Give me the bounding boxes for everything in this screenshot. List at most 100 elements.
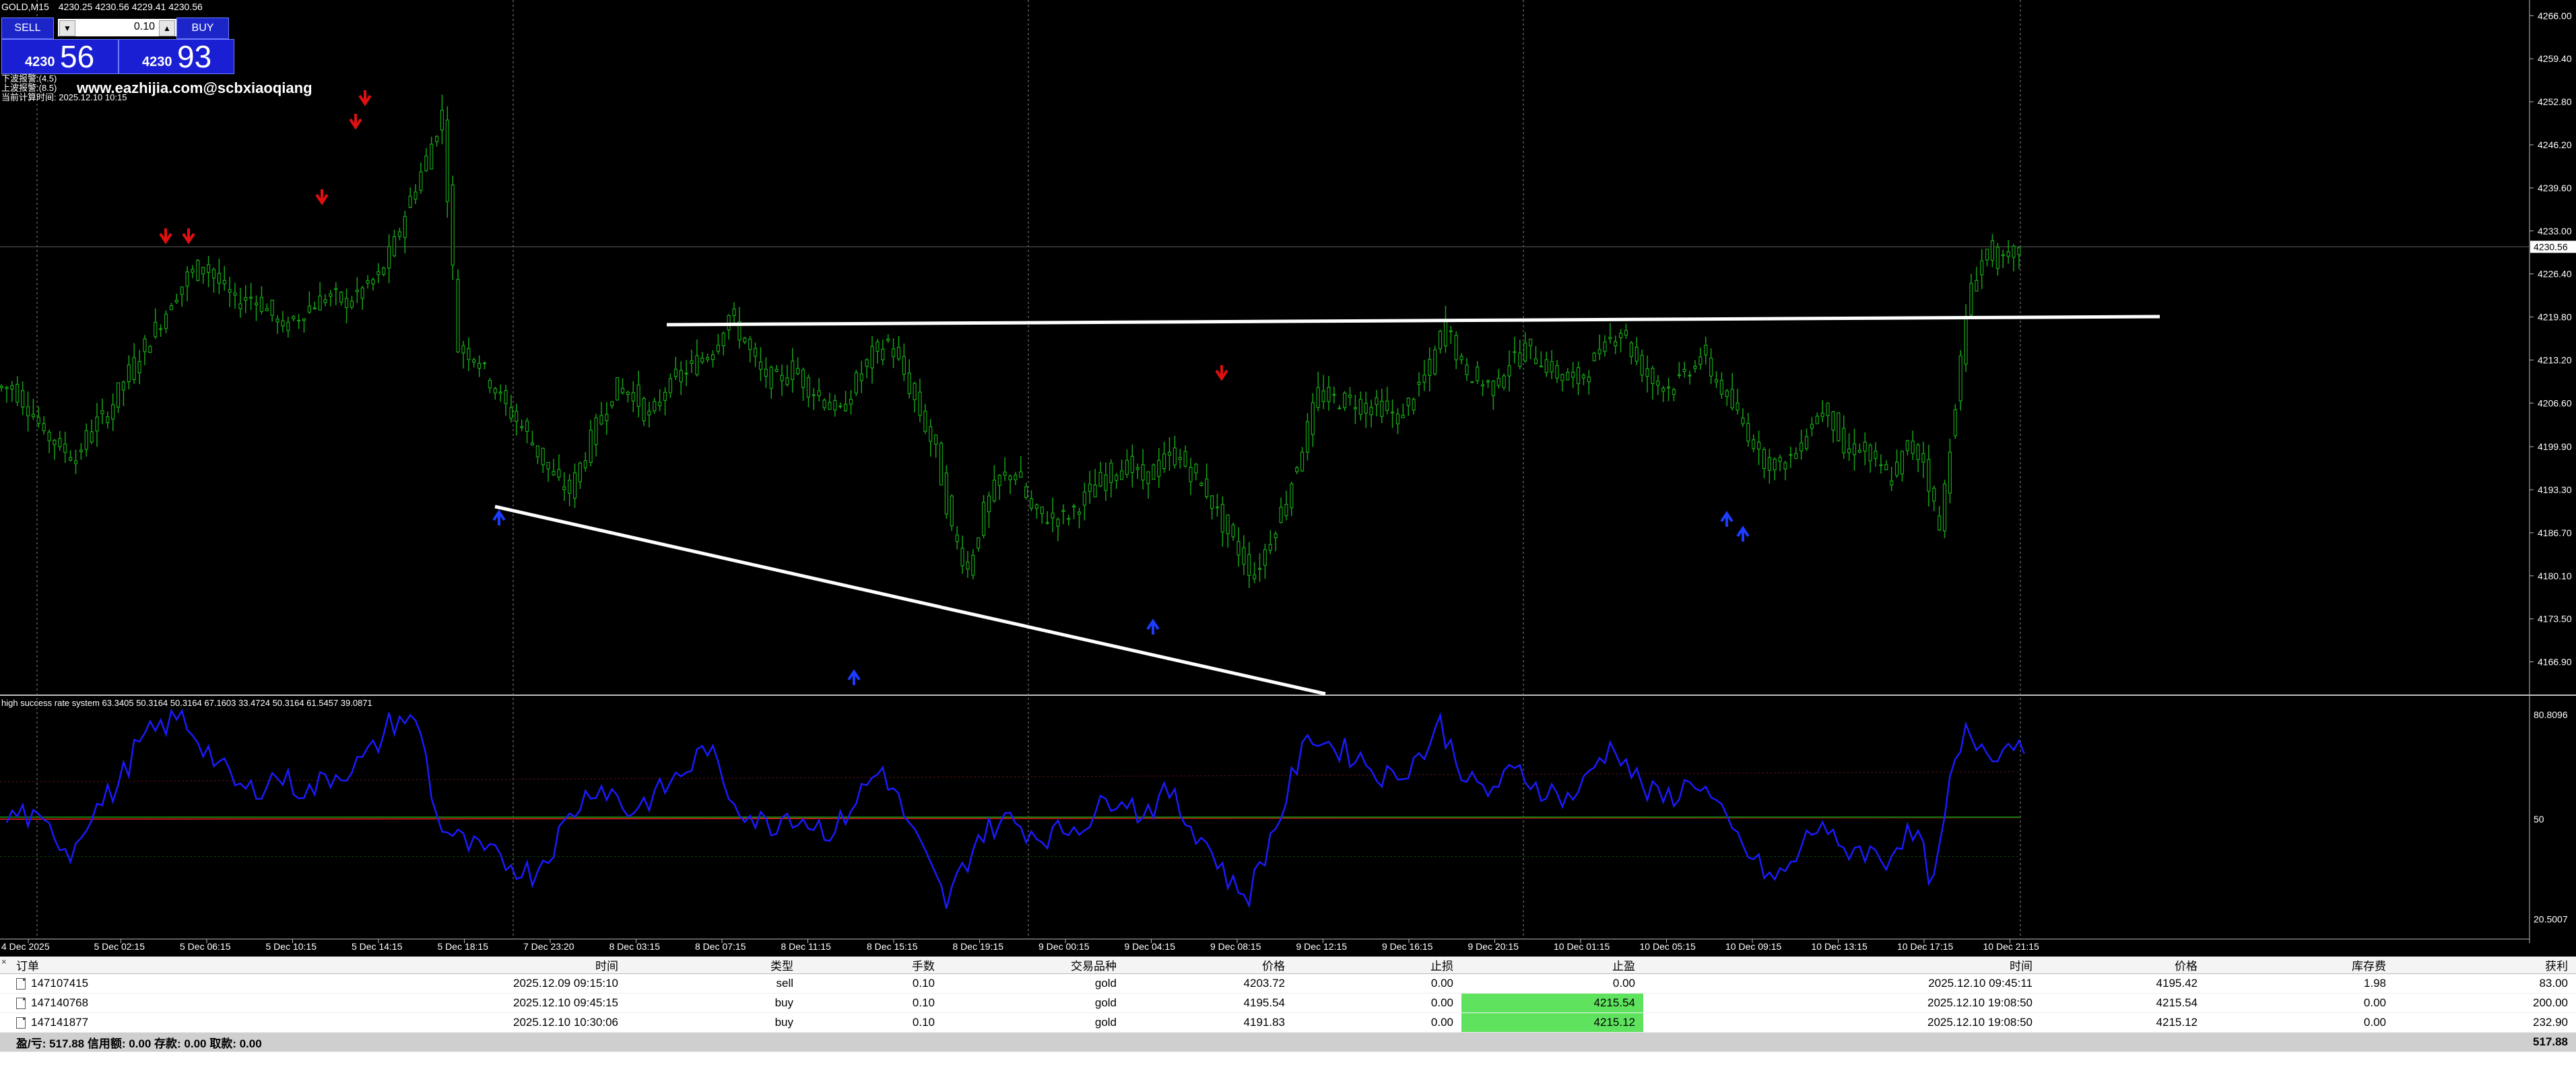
candle-body (1523, 342, 1527, 362)
candle-body (907, 373, 911, 394)
candle-body (196, 259, 200, 281)
column-header[interactable]: 止盈 (1461, 957, 1643, 974)
candle-body (1502, 375, 1506, 388)
candle-body (1412, 399, 1416, 411)
lot-decrease-icon[interactable]: ▼ (59, 20, 75, 36)
lot-size-input[interactable]: ▼ 0.10 ▲ (58, 19, 176, 36)
candle-body (1592, 352, 1596, 362)
candle-body (1189, 466, 1193, 482)
candle-body (1603, 342, 1607, 352)
column-header[interactable]: 交易品种 (943, 957, 1125, 974)
candle-body (1226, 514, 1230, 534)
candle-body (774, 368, 779, 372)
time-tick-label: 10 Dec 09:15 (1725, 941, 1781, 952)
candle-body (366, 280, 370, 284)
candle-body (578, 462, 583, 482)
candle-body (1539, 365, 1543, 368)
candle-body (515, 410, 519, 422)
column-header[interactable]: 价格 (1125, 957, 1293, 974)
candle-body (15, 383, 20, 403)
candle-body (355, 289, 359, 292)
table-row[interactable]: 147140768 2025.12.10 09:45:15 buy 0.10 gold 4… (0, 993, 2576, 1013)
candle-body (1773, 458, 1777, 471)
price-tick-label: 4266.00 (2538, 10, 2572, 21)
candle-body (482, 362, 487, 364)
candle-body (594, 417, 598, 445)
buy-button[interactable]: BUY (176, 18, 229, 39)
column-header[interactable]: 获利 (2394, 957, 2576, 974)
column-header[interactable]: 时间 (1643, 957, 2041, 974)
price-chart[interactable]: 4266.00 4259.40 4252.80 4246.20 4239.60 4233.… (0, 0, 2576, 957)
candle-body (1964, 317, 1968, 365)
table-row[interactable]: 147107415 2025.12.09 09:15:10 sell 0.10 gold… (0, 973, 2576, 994)
column-header[interactable]: 手数 (801, 957, 943, 974)
candle-body (721, 332, 725, 346)
candle-body (753, 348, 758, 357)
candle-body (1741, 417, 1745, 424)
table-cell: 2025.12.10 09:45:11 (1643, 973, 2041, 994)
column-header[interactable]: 类型 (626, 957, 801, 974)
candle-body (589, 430, 593, 463)
candle-body (583, 460, 587, 469)
candle-body (636, 385, 640, 407)
candle-body (1894, 461, 1899, 476)
candle-body (992, 480, 996, 502)
column-header[interactable]: 止损 (1293, 957, 1461, 974)
candle-body (1231, 524, 1235, 538)
candle-body (1268, 544, 1272, 551)
candle-body (1980, 260, 1984, 276)
candle-body (716, 344, 721, 352)
table-cell: 0.00 (1293, 973, 1461, 994)
candle-body (1104, 474, 1108, 491)
candle-body (121, 381, 126, 391)
candle-body (1391, 412, 1395, 414)
candle-body (541, 447, 545, 465)
candle-body (1152, 464, 1156, 480)
lot-increase-icon[interactable]: ▲ (159, 20, 175, 36)
lot-value[interactable]: 0.10 (134, 21, 155, 33)
candle-body (408, 195, 412, 208)
candle-body (1093, 484, 1097, 498)
candle-body (1842, 428, 1846, 454)
candle-body (1443, 319, 1448, 347)
candle-body (971, 554, 975, 576)
candle-body (525, 420, 529, 432)
column-header[interactable]: 订单 (0, 957, 242, 974)
candle-body (1401, 414, 1405, 418)
time-tick-label: 10 Dec 17:15 (1897, 941, 1953, 952)
candle-body (0, 385, 3, 388)
sell-button[interactable]: SELL (1, 18, 54, 39)
buy-price-button[interactable]: 4230 93 (119, 39, 234, 74)
sell-price-button[interactable]: 4230 56 (1, 39, 119, 74)
time-tick-label: 9 Dec 16:15 (1382, 941, 1433, 952)
order-cell: 147141877 (0, 1012, 242, 1033)
time-tick-label: 8 Dec 07:15 (695, 941, 746, 952)
candle-body (530, 442, 535, 445)
time-tick-label: 7 Dec 23:20 (523, 941, 574, 952)
time-tick-label: 5 Dec 06:15 (180, 941, 231, 952)
table-cell: 2025.12.10 19:08:50 (1643, 993, 2041, 1013)
candle-body (1295, 467, 1299, 472)
chart-header: GOLD,M15 4230.25 4230.56 4229.41 4230.56 (1, 1, 209, 12)
column-header[interactable]: 库存费 (2206, 957, 2394, 974)
candle-body (1428, 358, 1432, 376)
candle-body (1890, 480, 1894, 486)
indicator-tick-label: 80.8096 (2534, 709, 2568, 720)
indicator-tick-label: 50 (2534, 814, 2544, 825)
candle-body (1693, 366, 1697, 369)
candle-body (552, 471, 556, 476)
candle-body (844, 404, 848, 412)
table-cell: sell (626, 973, 801, 994)
column-header[interactable]: 时间 (242, 957, 626, 974)
close-icon[interactable]: × (1, 957, 7, 967)
candle-body (1852, 443, 1857, 455)
candle-body (1014, 474, 1018, 480)
candle-body (631, 392, 635, 401)
candle-body (1380, 400, 1384, 417)
candle-body (1364, 403, 1368, 414)
candle-body (339, 292, 343, 303)
table-row[interactable]: 147141877 2025.12.10 10:30:06 buy 0.10 gold 4… (0, 1012, 2576, 1033)
column-header[interactable]: 价格 (2041, 957, 2206, 974)
candle-body (1778, 457, 1782, 462)
candle-body (509, 407, 513, 419)
